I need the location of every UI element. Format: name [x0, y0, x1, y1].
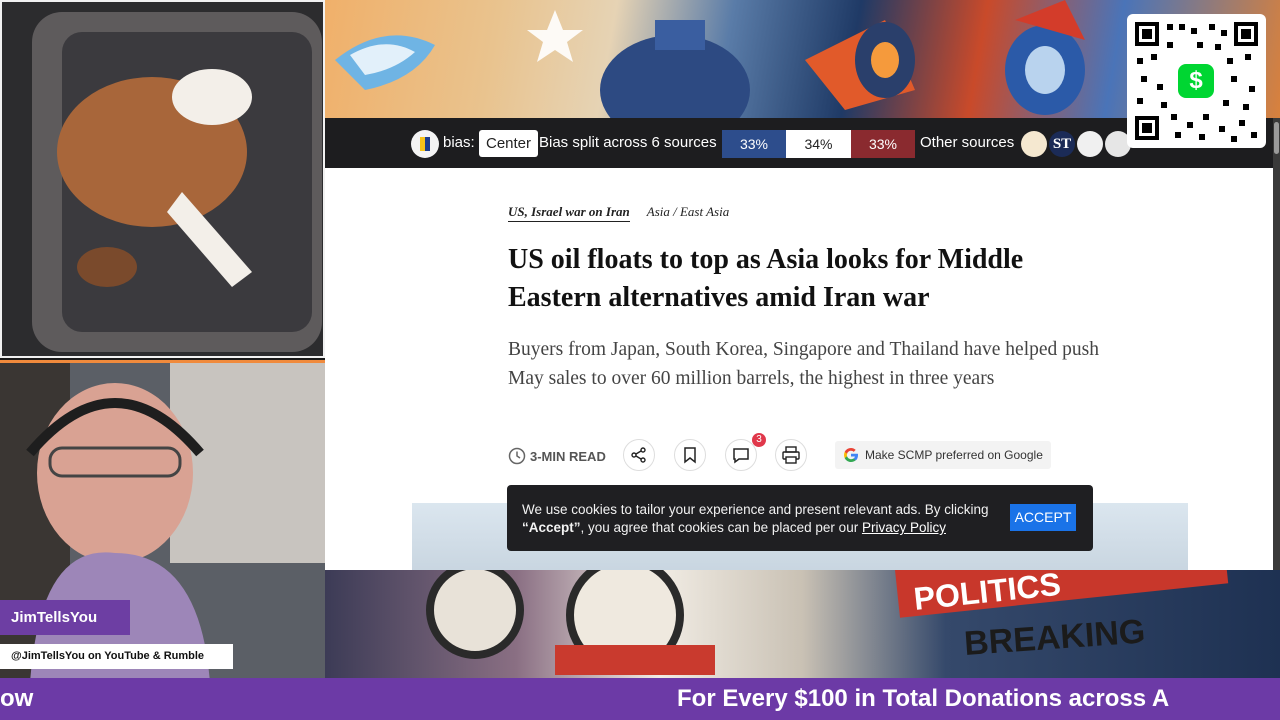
ticker-text-tail: ow	[0, 685, 34, 712]
print-button[interactable]	[775, 439, 807, 471]
pet-webcam	[0, 0, 325, 358]
read-time-label: 3-MIN READ	[530, 448, 606, 464]
preferred-source-label: Make SCMP preferred on Google	[865, 448, 1043, 462]
stream-layout: bias: Center Bias split across 6 sources…	[0, 0, 1280, 720]
bias-split-text: Bias split across 6 sources	[539, 134, 717, 151]
comments-count-badge: 3	[752, 433, 766, 447]
svg-text:BREAKING: BREAKING	[963, 612, 1147, 663]
host-name-plate: JimTellsYou	[0, 600, 130, 635]
cookie-accept-word: “Accept”	[522, 520, 581, 535]
article-toolbar: 3-MIN READ 3 Make SCMP preferred on Goog…	[508, 433, 1068, 473]
dog-on-bed-image	[32, 12, 322, 352]
share-button[interactable]	[623, 439, 655, 471]
page-scrollbar[interactable]	[1273, 118, 1280, 570]
preferred-source-button[interactable]: Make SCMP preferred on Google	[835, 441, 1051, 469]
cookie-text-start: We use cookies to tailor your experience…	[522, 502, 989, 517]
share-icon	[631, 447, 646, 463]
bias-label: bias:	[443, 134, 475, 151]
other-sources-label: Other sources	[920, 134, 1015, 151]
source-logo-icon[interactable]	[1021, 131, 1047, 157]
accept-cookies-button[interactable]: ACCEPT	[1010, 504, 1076, 531]
ticker-text: For Every $100 in Total Donations across…	[677, 685, 1170, 712]
bias-right-segment[interactable]: 33%	[851, 130, 915, 158]
article-headline: US oil floats to top as Asia looks for M…	[508, 244, 1024, 313]
article-subhead: Buyers from Japan, South Korea, Singapor…	[508, 339, 1099, 389]
cookie-message: We use cookies to tailor your experience…	[522, 501, 1002, 537]
bottom-banner-art: POLITICS BREAKING	[325, 570, 1280, 678]
breadcrumb: US, Israel war on Iran Asia / East Asia	[508, 204, 729, 222]
google-g-icon	[844, 448, 858, 462]
bookmark-icon	[684, 447, 696, 464]
breaking-news-illustration: POLITICS BREAKING	[426, 570, 1229, 675]
bias-left-segment[interactable]: 33%	[722, 130, 786, 158]
scrollbar-thumb[interactable]	[1274, 122, 1279, 154]
clock-icon	[508, 447, 526, 465]
cashapp-dollar-icon: $	[1178, 64, 1214, 98]
privacy-policy-link[interactable]: Privacy Policy	[862, 520, 946, 535]
cookie-text-end: , you agree that cookies can be placed p…	[580, 520, 862, 535]
donation-qr-code[interactable]: $	[1127, 14, 1266, 148]
bias-center-segment[interactable]: 34%	[786, 130, 851, 158]
read-time: 3-MIN READ	[508, 447, 606, 465]
cookie-banner: We use cookies to tailor your experience…	[507, 485, 1093, 551]
category-link[interactable]: Asia / East Asia	[647, 204, 729, 219]
comment-icon	[733, 448, 749, 464]
host-handle-plate: @JimTellsYou on YouTube & Rumble	[0, 644, 233, 669]
source-logo-icon[interactable]	[1077, 131, 1103, 157]
section-link[interactable]: US, Israel war on Iran	[508, 204, 630, 222]
donation-ticker: ow For Every $100 in Total Donations acr…	[0, 678, 1280, 720]
bookmark-button[interactable]	[674, 439, 706, 471]
straits-times-logo-icon[interactable]: ST	[1049, 131, 1075, 157]
print-icon	[782, 446, 800, 464]
ground-news-logo-icon[interactable]	[411, 130, 439, 158]
bias-center-badge[interactable]: Center	[479, 130, 539, 157]
